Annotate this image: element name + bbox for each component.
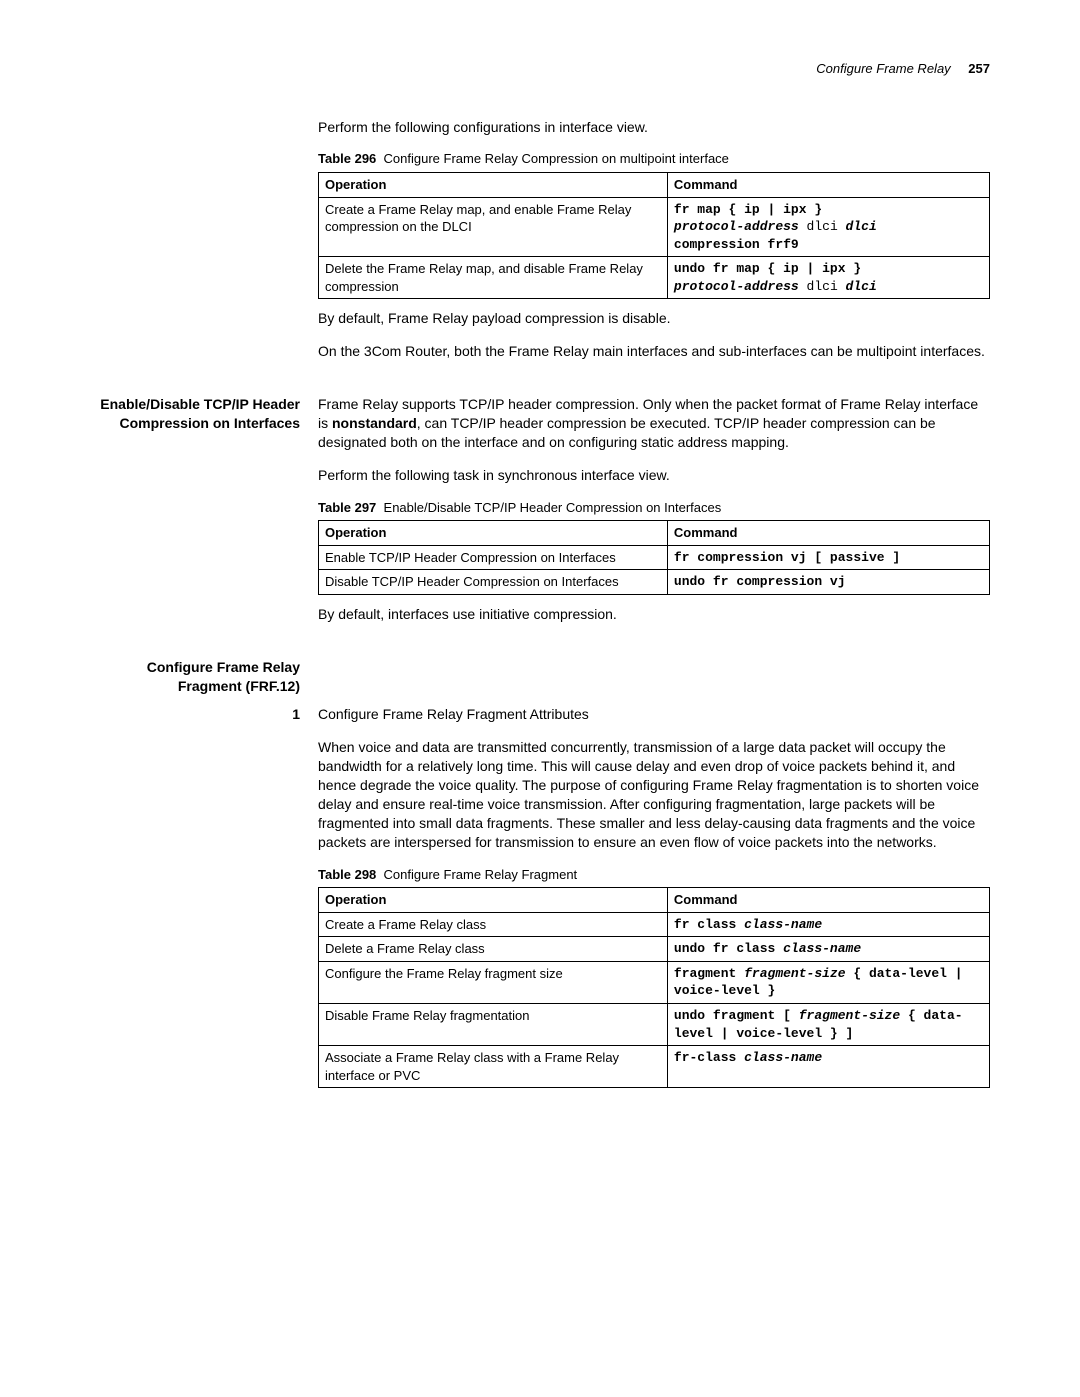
op-cell: Associate a Frame Relay class with a Fra… [319,1046,668,1088]
op-cell: Enable TCP/IP Header Compression on Inte… [319,545,668,570]
table-row: Delete a Frame Relay class undo fr class… [319,937,990,962]
op-cell: Delete a Frame Relay class [319,937,668,962]
table-label: Table 297 [318,500,376,515]
table-297: Operation Command Enable TCP/IP Header C… [318,520,990,595]
col-command: Command [667,888,989,913]
op-cell: Disable Frame Relay fragmentation [319,1003,668,1045]
page-number: 257 [968,61,990,76]
step-number: 1 [90,705,318,1098]
cmd-cell: fr-class class-name [667,1046,989,1088]
table-row: Associate a Frame Relay class with a Fra… [319,1046,990,1088]
body-text: By default, Frame Relay payload compress… [318,309,990,328]
table-298-title: Table 298 Configure Frame Relay Fragment [318,866,990,884]
table-row: Disable Frame Relay fragmentation undo f… [319,1003,990,1045]
table-296-title: Table 296 Configure Frame Relay Compress… [318,150,990,168]
col-operation: Operation [319,172,668,197]
table-297-title: Table 297 Enable/Disable TCP/IP Header C… [318,499,990,517]
step-title: Configure Frame Relay Fragment Attribute… [318,705,990,724]
side-heading-tcpip: Enable/Disable TCP/IP Header Compression… [90,395,318,638]
body-text: Frame Relay supports TCP/IP header compr… [318,395,990,452]
table-label: Table 296 [318,151,376,166]
col-operation: Operation [319,521,668,546]
col-command: Command [667,172,989,197]
table-caption: Configure Frame Relay Fragment [384,867,578,882]
col-command: Command [667,521,989,546]
table-row: Disable TCP/IP Header Compression on Int… [319,570,990,595]
table-row: Create a Frame Relay class fr class clas… [319,912,990,937]
table-caption: Enable/Disable TCP/IP Header Compression… [384,500,722,515]
table-label: Table 298 [318,867,376,882]
col-operation: Operation [319,888,668,913]
cmd-cell: undo fr map { ip | ipx } protocol-addres… [667,257,989,299]
table-row: Enable TCP/IP Header Compression on Inte… [319,545,990,570]
op-cell: Create a Frame Relay map, and enable Fra… [319,197,668,257]
body-text: On the 3Com Router, both the Frame Relay… [318,342,990,361]
table-296: Operation Command Create a Frame Relay m… [318,172,990,299]
table-298: Operation Command Create a Frame Relay c… [318,887,990,1088]
intro-text: Perform the following configurations in … [318,118,990,137]
cmd-cell: undo fr class class-name [667,937,989,962]
op-cell: Disable TCP/IP Header Compression on Int… [319,570,668,595]
body-text: When voice and data are transmitted conc… [318,738,990,851]
op-cell: Delete the Frame Relay map, and disable … [319,257,668,299]
table-row: Create a Frame Relay map, and enable Fra… [319,197,990,257]
cmd-cell: fragment fragment-size { data-level | vo… [667,961,989,1003]
cmd-cell: fr map { ip | ipx } protocol-address dlc… [667,197,989,257]
op-cell: Create a Frame Relay class [319,912,668,937]
table-caption: Configure Frame Relay Compression on mul… [384,151,729,166]
table-row: Configure the Frame Relay fragment size … [319,961,990,1003]
cmd-cell: fr class class-name [667,912,989,937]
op-cell: Configure the Frame Relay fragment size [319,961,668,1003]
header-title: Configure Frame Relay [816,61,950,76]
cmd-cell: undo fr compression vj [667,570,989,595]
body-text: Perform the following task in synchronou… [318,466,990,485]
cmd-cell: undo fragment [ fragment-size { data-lev… [667,1003,989,1045]
body-text: By default, interfaces use initiative co… [318,605,990,624]
cmd-cell: fr compression vj [ passive ] [667,545,989,570]
page-header: Configure Frame Relay 257 [90,60,990,78]
table-row: Delete the Frame Relay map, and disable … [319,257,990,299]
side-heading-frf12: Configure Frame Relay Fragment (FRF.12) [90,658,318,696]
